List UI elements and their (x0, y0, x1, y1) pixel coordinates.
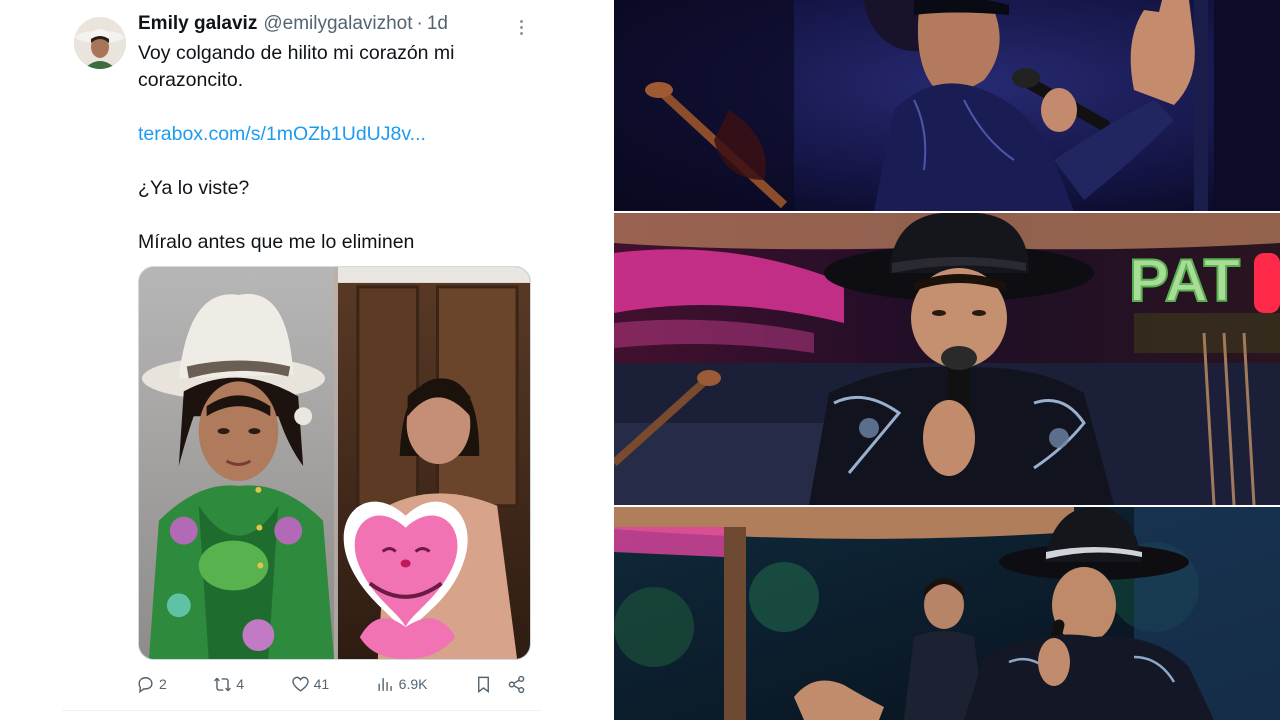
tweet-media-image[interactable] (138, 266, 531, 660)
heart-icon (291, 676, 309, 692)
header-separator: · (416, 13, 423, 34)
tweet-question: ¿Ya lo viste? (138, 177, 250, 199)
views-button[interactable]: 6.9K (376, 675, 428, 694)
tweet-link[interactable]: terabox.com/s/1mOZb1UdUJ8v... (138, 123, 426, 145)
retweet-icon (214, 677, 232, 691)
share-icon[interactable] (507, 675, 526, 694)
concert-photo-1 (614, 0, 1280, 211)
display-name[interactable]: Emily galaviz (138, 13, 257, 35)
reply-button[interactable]: 2 (136, 675, 167, 694)
tweet-closing: Míralo antes que me lo eliminen (138, 231, 415, 253)
retweet-button[interactable]: 4 (213, 675, 244, 694)
tweet-text-line-1: Voy colgando de hilito mi corazón mi (138, 42, 455, 64)
like-button[interactable]: 41 (291, 675, 330, 694)
neon-sign-text: PAT (1129, 247, 1240, 314)
photo-collage: PAT (612, 0, 1280, 720)
tweet-actions: 2 4 41 6.9K (136, 672, 526, 696)
tweet-timestamp[interactable]: 1d (427, 13, 448, 35)
tweet-extra-actions (474, 675, 526, 694)
user-handle[interactable]: @emilygalavizhot (263, 13, 412, 35)
tweet-text: Voy colgando de hilito mi corazón mi cor… (138, 40, 538, 256)
tweet-text-line-2: corazoncito. (138, 69, 244, 91)
retweet-count: 4 (236, 676, 245, 692)
tweet-card: Emily galaviz @emilygalavizhot · 1d Voy … (0, 0, 612, 720)
concert-photo-2: PAT (614, 213, 1280, 505)
like-count: 41 (313, 676, 330, 692)
reply-count: 2 (159, 676, 167, 692)
tweet-divider (62, 710, 542, 711)
views-count: 6.9K (398, 676, 428, 692)
concert-photo-3 (614, 507, 1280, 720)
more-options-icon[interactable] (510, 16, 532, 38)
views-chart-icon (378, 677, 392, 691)
avatar[interactable] (74, 17, 126, 69)
tweet-header: Emily galaviz @emilygalavizhot · 1d (138, 13, 448, 39)
bookmark-icon[interactable] (474, 675, 493, 694)
reply-icon (138, 676, 153, 693)
